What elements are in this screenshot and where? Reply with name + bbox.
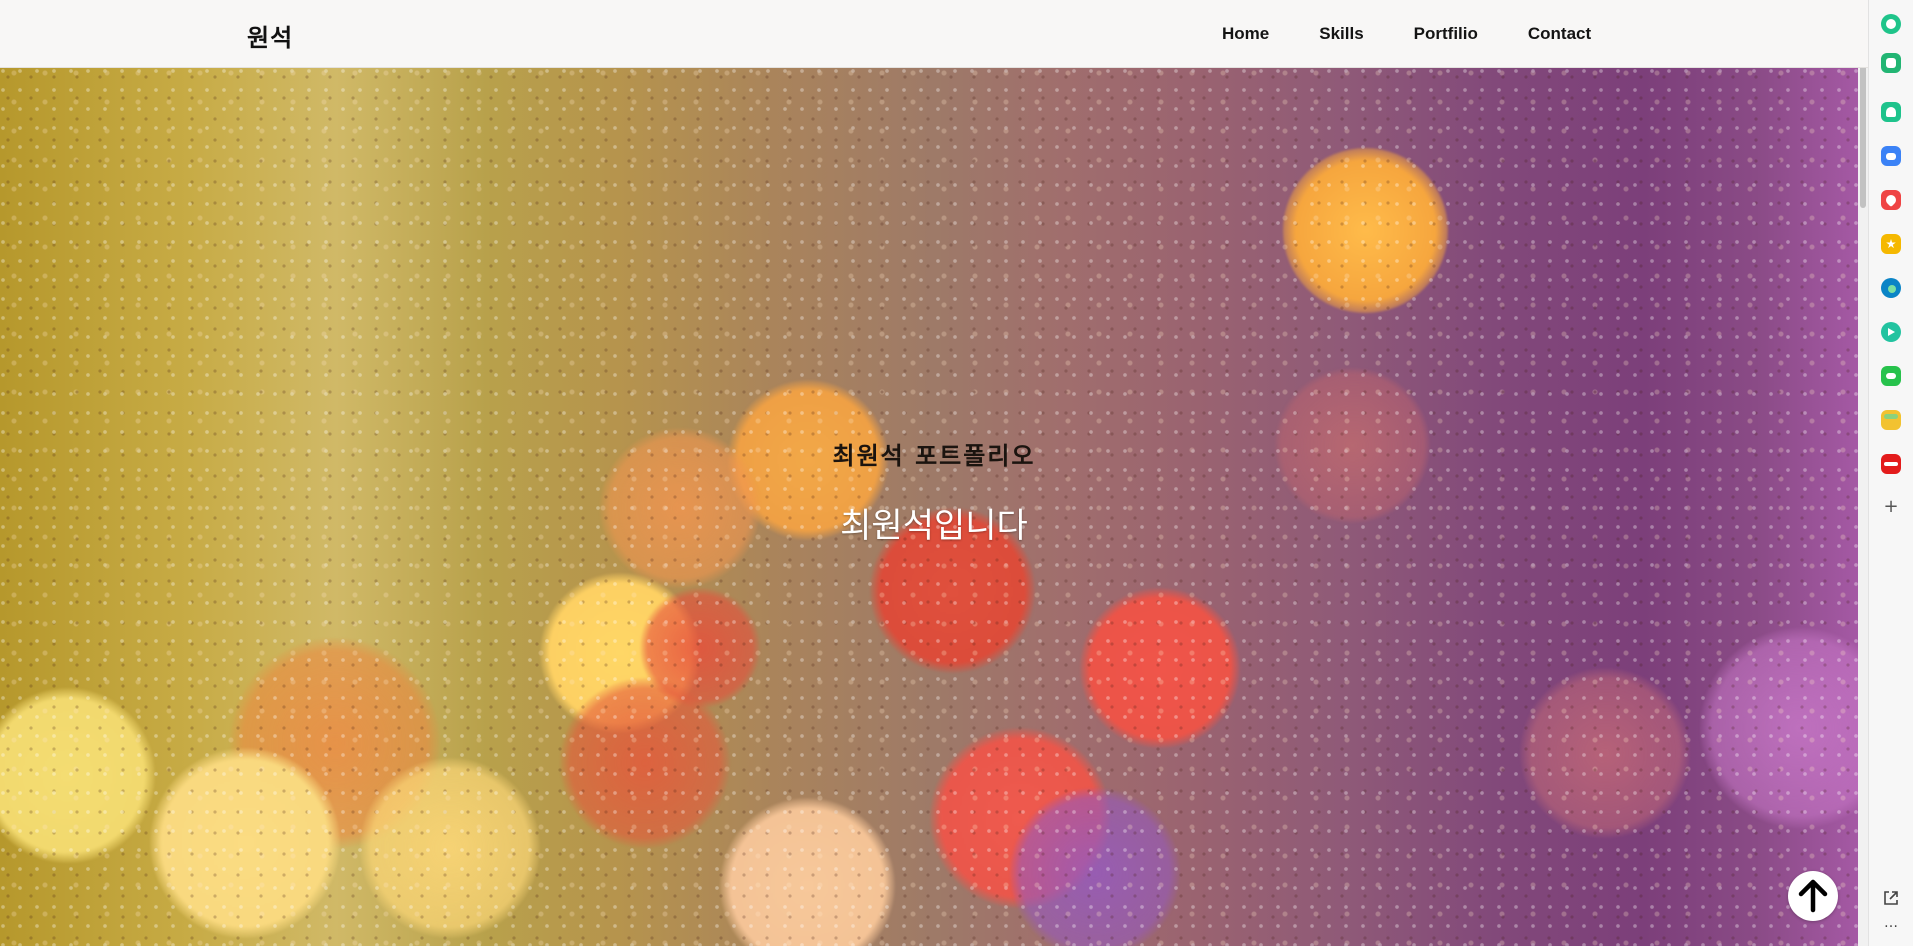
game-icon[interactable] bbox=[1881, 366, 1901, 386]
nav-skills[interactable]: Skills bbox=[1319, 24, 1363, 44]
news-icon[interactable] bbox=[1881, 454, 1901, 474]
site-header: 원석 Home Skills Portfilio Contact bbox=[0, 0, 1868, 68]
page-scrollbar[interactable] bbox=[1858, 0, 1868, 946]
nav-home[interactable]: Home bbox=[1222, 24, 1269, 44]
hero-title: 최원석 포트폴리오 bbox=[832, 442, 1036, 470]
external-link-icon[interactable] bbox=[1881, 888, 1901, 908]
heart-icon[interactable] bbox=[1881, 190, 1901, 210]
main-nav: Home Skills Portfilio Contact bbox=[1222, 24, 1591, 44]
more-icon[interactable]: … bbox=[1881, 916, 1901, 930]
nav-portfolio[interactable]: Portfilio bbox=[1414, 24, 1478, 44]
browser-sidebar: + … bbox=[1868, 0, 1913, 946]
folder-icon[interactable] bbox=[1881, 410, 1901, 430]
briefcase-icon[interactable] bbox=[1881, 146, 1901, 166]
play-icon[interactable] bbox=[1881, 322, 1901, 342]
hero-section: 최원석 포트폴리오 최원석입니다 bbox=[0, 68, 1868, 946]
edge-icon[interactable] bbox=[1881, 278, 1901, 298]
scroll-top-button[interactable] bbox=[1788, 871, 1838, 921]
notes-icon[interactable] bbox=[1881, 53, 1901, 73]
arrow-up-icon bbox=[1798, 879, 1828, 913]
hero-subtitle: 최원석입니다 bbox=[840, 506, 1028, 546]
star-icon[interactable] bbox=[1881, 234, 1901, 254]
site-logo[interactable]: 원석 bbox=[247, 18, 293, 53]
nav-contact[interactable]: Contact bbox=[1528, 24, 1591, 44]
page: 최원석 포트폴리오 최원석입니다 원석 Home Skills Portfili… bbox=[0, 0, 1868, 946]
bell-icon[interactable] bbox=[1881, 102, 1901, 122]
plus-icon[interactable]: + bbox=[1881, 497, 1901, 517]
copilot-icon[interactable] bbox=[1881, 14, 1901, 34]
